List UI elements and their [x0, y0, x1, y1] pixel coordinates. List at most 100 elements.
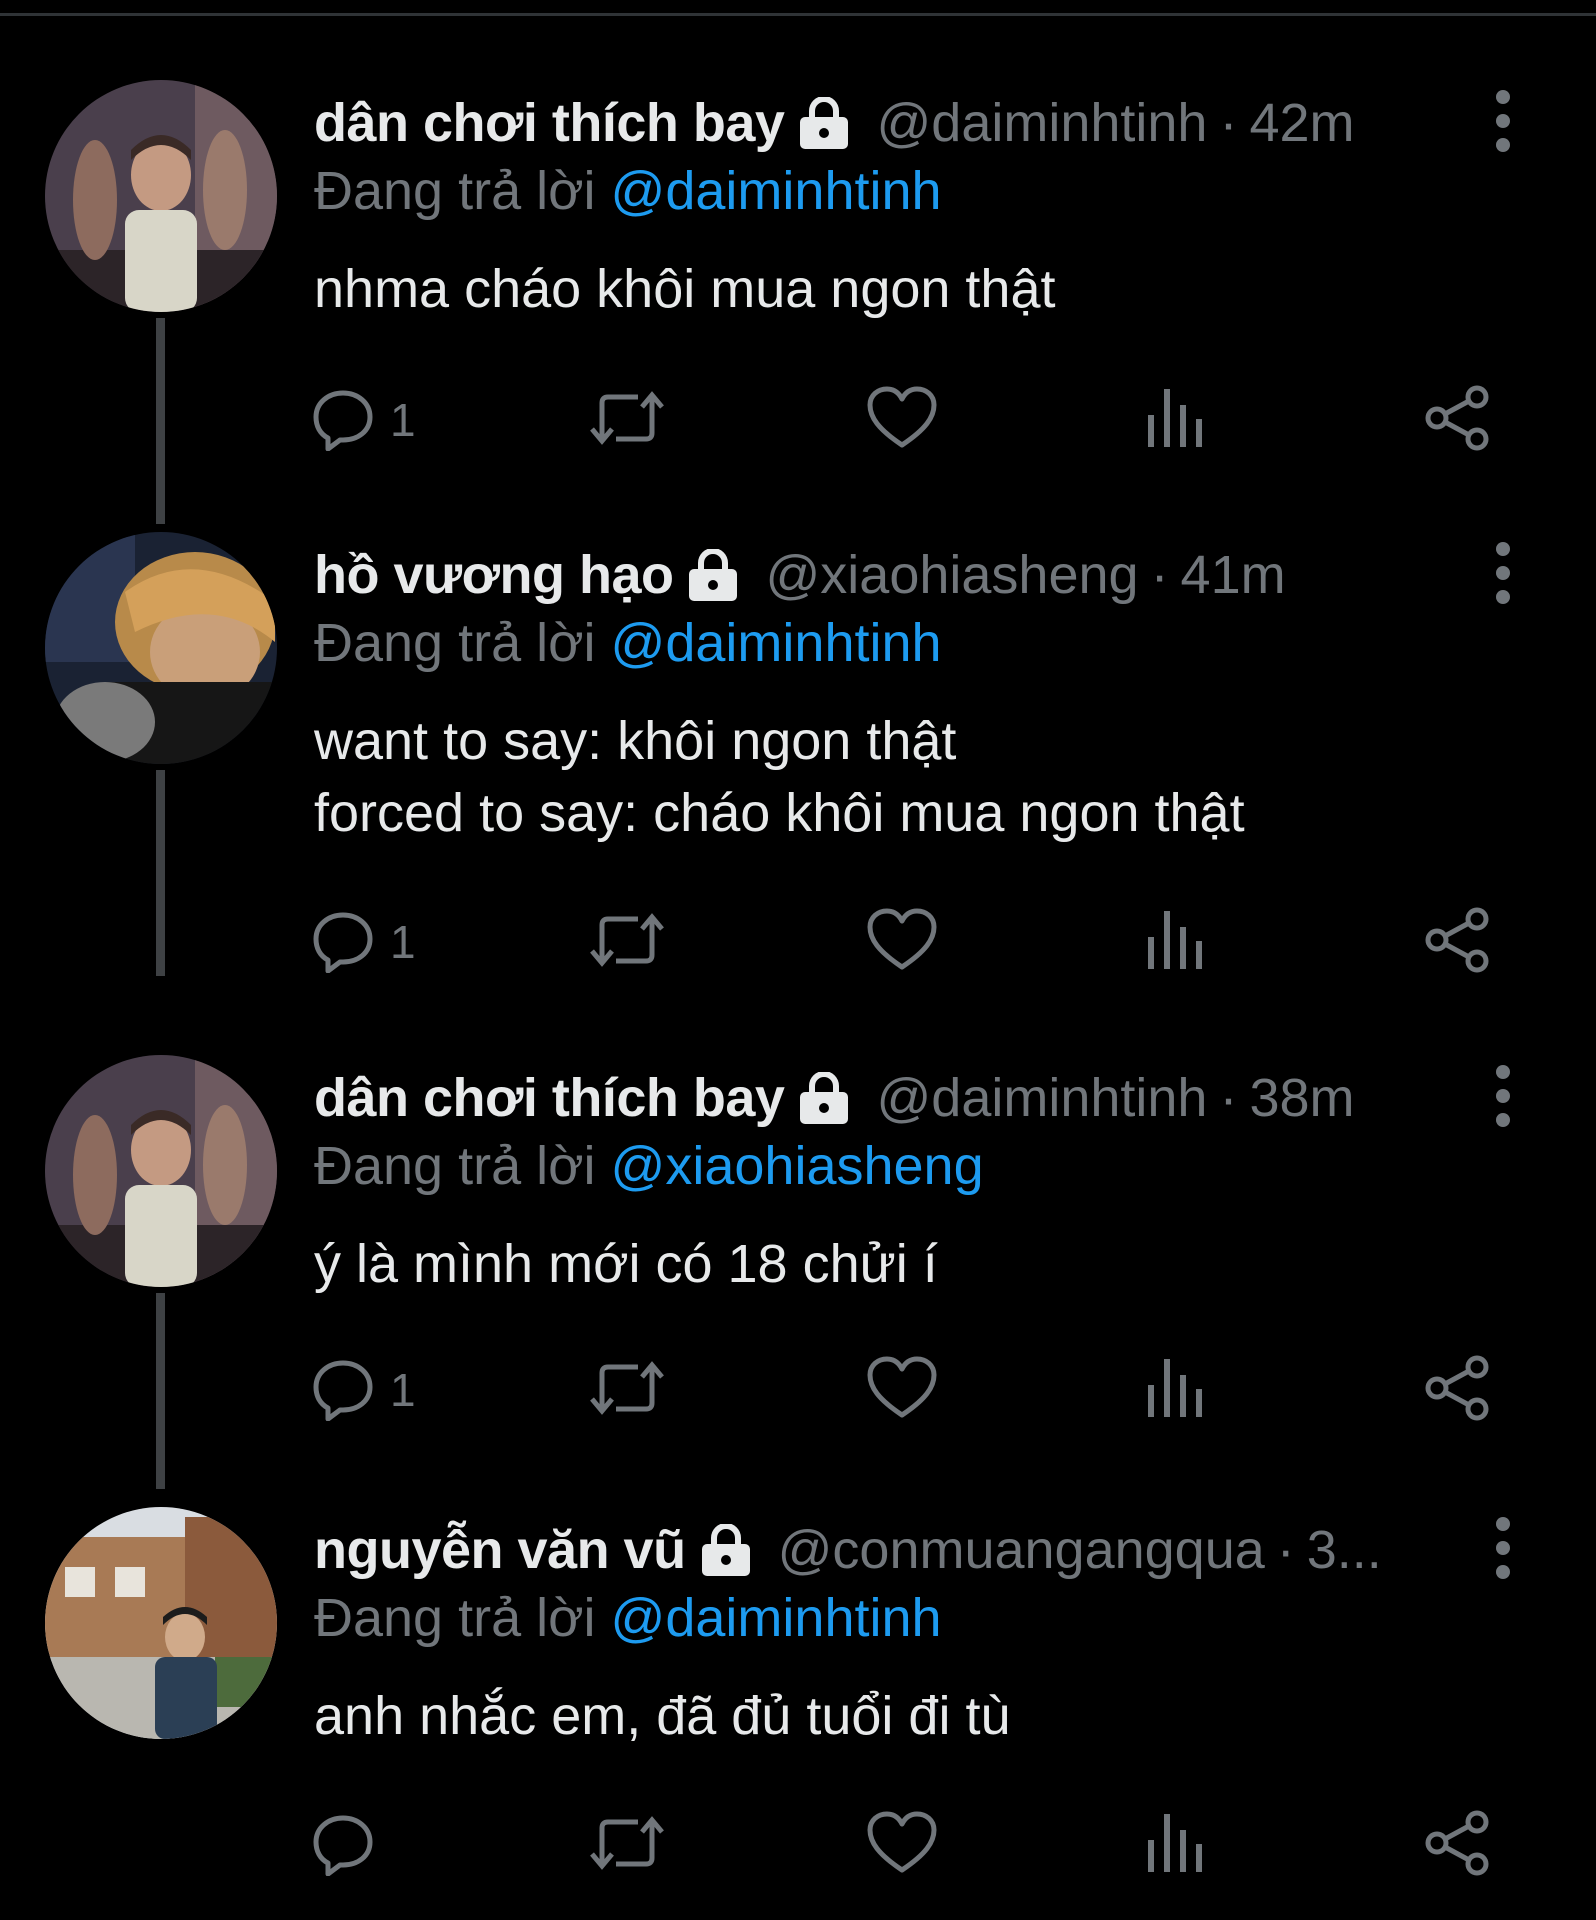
views-icon — [1144, 385, 1204, 456]
dot-separator: · — [1219, 93, 1238, 153]
avatar[interactable] — [45, 532, 277, 764]
tweet-text-line: forced to say: cháo khôi mua ngon thật — [314, 783, 1245, 843]
views-button[interactable] — [1144, 380, 1204, 460]
share-icon — [1422, 1355, 1492, 1426]
dot-separator: · — [1150, 545, 1169, 605]
like-button[interactable] — [866, 1350, 938, 1430]
action-bar: 1 — [310, 1350, 1510, 1430]
handle[interactable]: @daiminhtinh — [876, 92, 1207, 154]
tweet[interactable]: dân chơi thích bay @daiminhtinh · 42m Đa… — [0, 0, 1596, 524]
display-name[interactable]: hồ vương hạo — [314, 544, 674, 606]
lock-icon — [696, 1524, 756, 1576]
mention-link[interactable]: @daiminhtinh — [611, 613, 942, 673]
views-icon — [1144, 907, 1204, 978]
like-icon — [866, 1810, 938, 1881]
reply-count: 1 — [390, 394, 416, 446]
replying-label: Đang trả lời — [314, 613, 596, 673]
tweet-text: ý là mình mới có 18 chửi í — [314, 1228, 938, 1300]
retweet-icon — [588, 385, 666, 456]
display-name[interactable]: dân chơi thích bay — [314, 1067, 785, 1129]
share-button[interactable] — [1422, 902, 1492, 982]
reply-button[interactable] — [310, 1805, 390, 1885]
views-button[interactable] — [1144, 1805, 1204, 1885]
share-button[interactable] — [1422, 1350, 1492, 1430]
share-icon — [1422, 1810, 1492, 1881]
tweet-header: dân chơi thích bay @daiminhtinh · 38m — [314, 1062, 1454, 1134]
reply-button[interactable]: 1 — [310, 1350, 416, 1430]
share-icon — [1422, 907, 1492, 978]
tweet-header: hồ vương hạo @xiaohiasheng · 41m — [314, 539, 1454, 611]
tweet-header: nguyễn văn vũ @conmuangangqua · 3... — [314, 1514, 1454, 1586]
share-icon — [1422, 385, 1492, 456]
like-icon — [866, 907, 938, 978]
retweet-button[interactable] — [588, 902, 666, 982]
like-icon — [866, 385, 938, 456]
views-button[interactable] — [1144, 902, 1204, 982]
reply-icon — [310, 385, 376, 456]
retweet-button[interactable] — [588, 380, 666, 460]
more-icon[interactable] — [1488, 88, 1518, 154]
dot-separator: · — [1219, 1068, 1238, 1128]
tweet-text-line: ý là mình mới có 18 chửi í — [314, 1234, 938, 1294]
lock-icon — [794, 1072, 854, 1124]
replying-label: Đang trả lời — [314, 161, 596, 221]
lock-icon — [683, 549, 743, 601]
reply-icon — [310, 1810, 376, 1881]
retweet-button[interactable] — [588, 1350, 666, 1430]
like-icon — [866, 1355, 938, 1426]
replying-label: Đang trả lời — [314, 1136, 596, 1196]
tweet[interactable]: dân chơi thích bay @daiminhtinh · 38m Đa… — [0, 975, 1596, 1489]
tweet-text-line: anh nhắc em, đã đủ tuổi đi tù — [314, 1686, 1011, 1746]
action-bar: 1 — [310, 380, 1510, 460]
tweet-text-line: want to say: khôi ngon thật — [314, 711, 957, 771]
tweet-text: want to say: khôi ngon thật forced to sa… — [314, 705, 1245, 849]
display-name[interactable]: nguyễn văn vũ — [314, 1519, 686, 1581]
like-button[interactable] — [866, 1805, 938, 1885]
timestamp[interactable]: 41m — [1181, 544, 1286, 606]
dot-separator: · — [1276, 1520, 1295, 1580]
timestamp[interactable]: 3... — [1307, 1519, 1382, 1581]
replying-to: Đang trả lời @daiminhtinh — [314, 160, 942, 222]
tweet-text: anh nhắc em, đã đủ tuổi đi tù — [314, 1680, 1011, 1752]
retweet-icon — [588, 1810, 666, 1881]
timestamp[interactable]: 38m — [1249, 1067, 1354, 1129]
reply-count: 1 — [390, 1364, 416, 1416]
replying-to: Đang trả lời @xiaohiasheng — [314, 1135, 984, 1197]
reply-count: 1 — [390, 916, 416, 968]
replying-to: Đang trả lời @daiminhtinh — [314, 612, 942, 674]
share-button[interactable] — [1422, 380, 1492, 460]
timestamp[interactable]: 42m — [1249, 92, 1354, 154]
mention-link[interactable]: @daiminhtinh — [611, 161, 942, 221]
tweet-text-line: nhma cháo khôi mua ngon thật — [314, 259, 1056, 319]
handle[interactable]: @daiminhtinh — [876, 1067, 1207, 1129]
share-button[interactable] — [1422, 1805, 1492, 1885]
action-bar: 1 — [310, 902, 1510, 982]
handle[interactable]: @xiaohiasheng — [765, 544, 1138, 606]
replying-to: Đang trả lời @daiminhtinh — [314, 1587, 942, 1649]
avatar[interactable] — [45, 1507, 277, 1739]
like-button[interactable] — [866, 902, 938, 982]
display-name[interactable]: dân chơi thích bay — [314, 92, 785, 154]
handle[interactable]: @conmuangangqua — [778, 1519, 1265, 1581]
avatar[interactable] — [45, 80, 277, 312]
more-icon[interactable] — [1488, 1515, 1518, 1581]
retweet-button[interactable] — [588, 1805, 666, 1885]
action-bar — [310, 1805, 1510, 1885]
tweet-header: dân chơi thích bay @daiminhtinh · 42m — [314, 87, 1454, 159]
reply-button[interactable]: 1 — [310, 380, 416, 460]
avatar[interactable] — [45, 1055, 277, 1287]
tweet-text: nhma cháo khôi mua ngon thật — [314, 253, 1056, 325]
retweet-icon — [588, 907, 666, 978]
views-icon — [1144, 1355, 1204, 1426]
tweet[interactable]: hồ vương hạo @xiaohiasheng · 41m Đang tr… — [0, 452, 1596, 976]
views-button[interactable] — [1144, 1350, 1204, 1430]
like-button[interactable] — [866, 380, 938, 460]
tweet[interactable]: nguyễn văn vũ @conmuangangqua · 3... Đan… — [0, 1427, 1596, 1879]
more-icon[interactable] — [1488, 540, 1518, 606]
mention-link[interactable]: @xiaohiasheng — [611, 1136, 984, 1196]
replying-label: Đang trả lời — [314, 1588, 596, 1648]
reply-button[interactable]: 1 — [310, 902, 416, 982]
thread-line — [156, 770, 165, 976]
more-icon[interactable] — [1488, 1063, 1518, 1129]
mention-link[interactable]: @daiminhtinh — [611, 1588, 942, 1648]
